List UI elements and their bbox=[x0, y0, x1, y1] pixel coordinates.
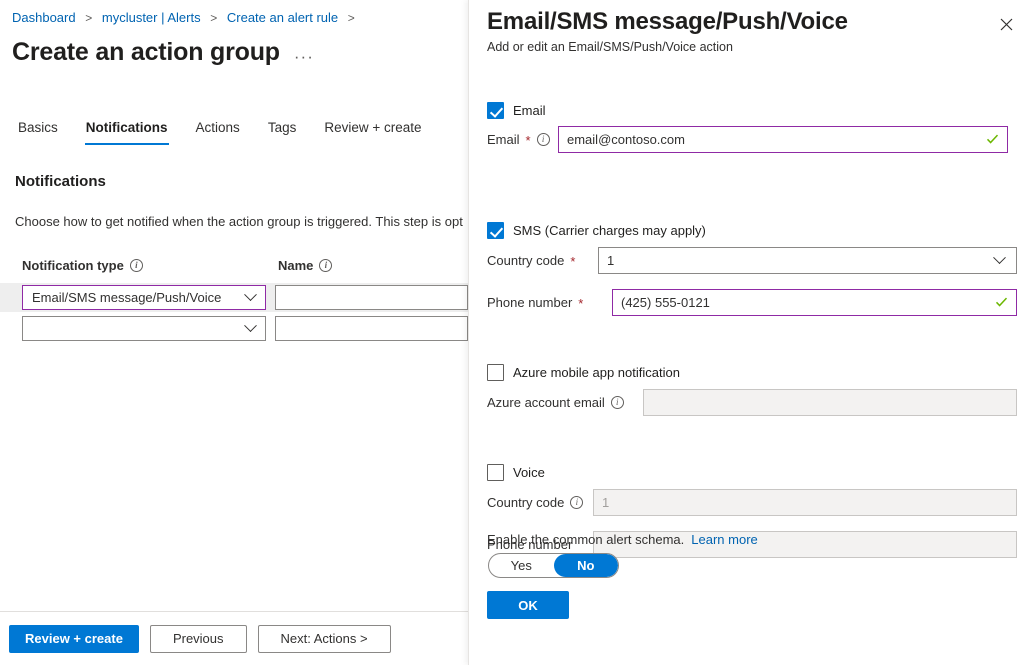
blade-subtitle: Add or edit an Email/SMS/Push/Voice acti… bbox=[487, 40, 733, 54]
mobile-app-checkbox-row: Azure mobile app notification bbox=[469, 362, 1027, 382]
breadcrumb-item-dashboard[interactable]: Dashboard bbox=[12, 10, 76, 25]
blade-body: Email Email * bbox=[469, 100, 1027, 559]
email-field-row: Email * bbox=[469, 124, 1027, 154]
info-icon[interactable] bbox=[570, 496, 583, 509]
notification-name-input-row-2[interactable] bbox=[275, 316, 468, 341]
notification-type-value-row-1: Email/SMS message/Push/Voice bbox=[32, 290, 246, 305]
required-indicator: * bbox=[570, 255, 575, 268]
learn-more-link[interactable]: Learn more bbox=[691, 532, 757, 547]
notification-name-input-row-1[interactable] bbox=[275, 285, 468, 310]
voice-checkbox[interactable] bbox=[487, 464, 504, 481]
voice-country-code-select: 1 bbox=[593, 489, 1017, 516]
tab-actions[interactable]: Actions bbox=[182, 118, 254, 145]
email-checkbox-label[interactable]: Email bbox=[513, 103, 546, 118]
required-indicator: * bbox=[578, 297, 583, 310]
required-indicator: * bbox=[526, 134, 531, 147]
column-headers: Notification type Name bbox=[22, 258, 468, 276]
tab-notifications[interactable]: Notifications bbox=[72, 118, 182, 145]
ok-button[interactable]: OK bbox=[487, 591, 569, 619]
section-heading-notifications: Notifications bbox=[15, 173, 106, 190]
common-alert-schema-row: Enable the common alert schema. Learn mo… bbox=[487, 532, 758, 547]
email-group: Email Email * bbox=[469, 100, 1027, 154]
sms-group: SMS (Carrier charges may apply) Country … bbox=[469, 220, 1027, 317]
voice-country-code-label: Country code bbox=[487, 495, 593, 510]
next-actions-button[interactable]: Next: Actions > bbox=[258, 625, 391, 653]
common-alert-schema-text: Enable the common alert schema. bbox=[487, 532, 684, 547]
tab-review-create[interactable]: Review + create bbox=[310, 118, 435, 145]
email-checkbox[interactable] bbox=[487, 102, 504, 119]
azure-mobile-app-checkbox[interactable] bbox=[487, 364, 504, 381]
table-row bbox=[0, 314, 468, 343]
notification-type-select-row-2[interactable] bbox=[22, 316, 266, 341]
info-icon[interactable] bbox=[537, 133, 550, 146]
tab-list: Basics Notifications Actions Tags Review… bbox=[14, 118, 436, 145]
notification-rows: Email/SMS message/Push/Voice bbox=[0, 283, 468, 345]
tab-basics[interactable]: Basics bbox=[14, 118, 72, 145]
azure-mobile-app-checkbox-label[interactable]: Azure mobile app notification bbox=[513, 365, 680, 380]
sms-phone-input-wrapper bbox=[612, 289, 1017, 316]
voice-country-code-row: Country code 1 bbox=[469, 487, 1027, 517]
column-header-notification-type: Notification type bbox=[22, 258, 143, 273]
azure-account-email-row: Azure account email bbox=[469, 387, 1027, 417]
chevron-down-icon bbox=[993, 251, 1006, 264]
chevron-down-icon bbox=[244, 288, 257, 301]
voice-country-code-select-wrapper: 1 bbox=[593, 489, 1017, 516]
azure-account-email-input bbox=[643, 389, 1017, 416]
sms-country-code-row: Country code * 1 bbox=[469, 245, 1027, 275]
sms-country-code-label: Country code * bbox=[487, 253, 598, 268]
email-field-label: Email * bbox=[487, 132, 558, 147]
email-input[interactable] bbox=[558, 126, 1008, 153]
email-checkbox-row: Email bbox=[469, 100, 1027, 120]
section-description: Choose how to get notified when the acti… bbox=[15, 214, 463, 229]
email-sms-push-voice-blade: Email/SMS message/Push/Voice Add or edit… bbox=[468, 0, 1027, 665]
voice-checkbox-row: Voice bbox=[469, 462, 1027, 482]
column-header-name: Name bbox=[278, 258, 332, 273]
sms-phone-label: Phone number * bbox=[487, 295, 612, 310]
breadcrumb: Dashboard > mycluster | Alerts > Create … bbox=[12, 10, 361, 25]
info-icon[interactable] bbox=[130, 259, 143, 272]
azure-account-email-input-wrapper bbox=[643, 389, 1017, 416]
voice-country-code-value: 1 bbox=[602, 495, 1008, 510]
blade-title: Email/SMS message/Push/Voice bbox=[487, 8, 848, 36]
table-row: Email/SMS message/Push/Voice bbox=[0, 283, 468, 312]
close-icon[interactable] bbox=[993, 11, 1019, 37]
toggle-option-yes[interactable]: Yes bbox=[489, 554, 554, 577]
sms-country-code-select-wrapper: 1 bbox=[598, 247, 1017, 274]
column-header-name-label: Name bbox=[278, 258, 313, 273]
column-header-notification-type-label: Notification type bbox=[22, 258, 124, 273]
breadcrumb-separator: > bbox=[348, 11, 355, 25]
page-title-row: Create an action group ··· bbox=[12, 38, 314, 67]
sms-country-code-select[interactable]: 1 bbox=[598, 247, 1017, 274]
previous-button[interactable]: Previous bbox=[150, 625, 247, 653]
create-action-group-page: Dashboard > mycluster | Alerts > Create … bbox=[0, 0, 468, 665]
page-title: Create an action group bbox=[12, 38, 280, 67]
breadcrumb-separator: > bbox=[85, 11, 92, 25]
chevron-down-icon bbox=[244, 319, 257, 332]
toggle-option-no[interactable]: No bbox=[554, 554, 619, 577]
mobile-app-group: Azure mobile app notification Azure acco… bbox=[469, 362, 1027, 417]
more-options-icon[interactable]: ··· bbox=[294, 39, 314, 67]
sms-checkbox-row: SMS (Carrier charges may apply) bbox=[469, 220, 1027, 240]
breadcrumb-item-mycluster-alerts[interactable]: mycluster | Alerts bbox=[102, 10, 201, 25]
info-icon[interactable] bbox=[319, 259, 332, 272]
sms-phone-input[interactable] bbox=[612, 289, 1017, 316]
info-icon[interactable] bbox=[611, 396, 624, 409]
breadcrumb-separator: > bbox=[210, 11, 217, 25]
tab-tags[interactable]: Tags bbox=[254, 118, 311, 145]
review-create-button[interactable]: Review + create bbox=[9, 625, 139, 653]
page-footer-actions: Review + create Previous Next: Actions > bbox=[0, 611, 468, 665]
sms-country-code-value: 1 bbox=[607, 253, 995, 268]
common-alert-schema-toggle[interactable]: Yes No bbox=[488, 553, 619, 578]
breadcrumb-item-create-alert-rule[interactable]: Create an alert rule bbox=[227, 10, 338, 25]
azure-account-email-label: Azure account email bbox=[487, 395, 643, 410]
sms-checkbox[interactable] bbox=[487, 222, 504, 239]
sms-checkbox-label[interactable]: SMS (Carrier charges may apply) bbox=[513, 223, 706, 238]
notification-type-select-row-1[interactable]: Email/SMS message/Push/Voice bbox=[22, 285, 266, 310]
voice-checkbox-label[interactable]: Voice bbox=[513, 465, 545, 480]
email-input-wrapper bbox=[558, 126, 1008, 153]
sms-phone-row: Phone number * bbox=[469, 287, 1027, 317]
